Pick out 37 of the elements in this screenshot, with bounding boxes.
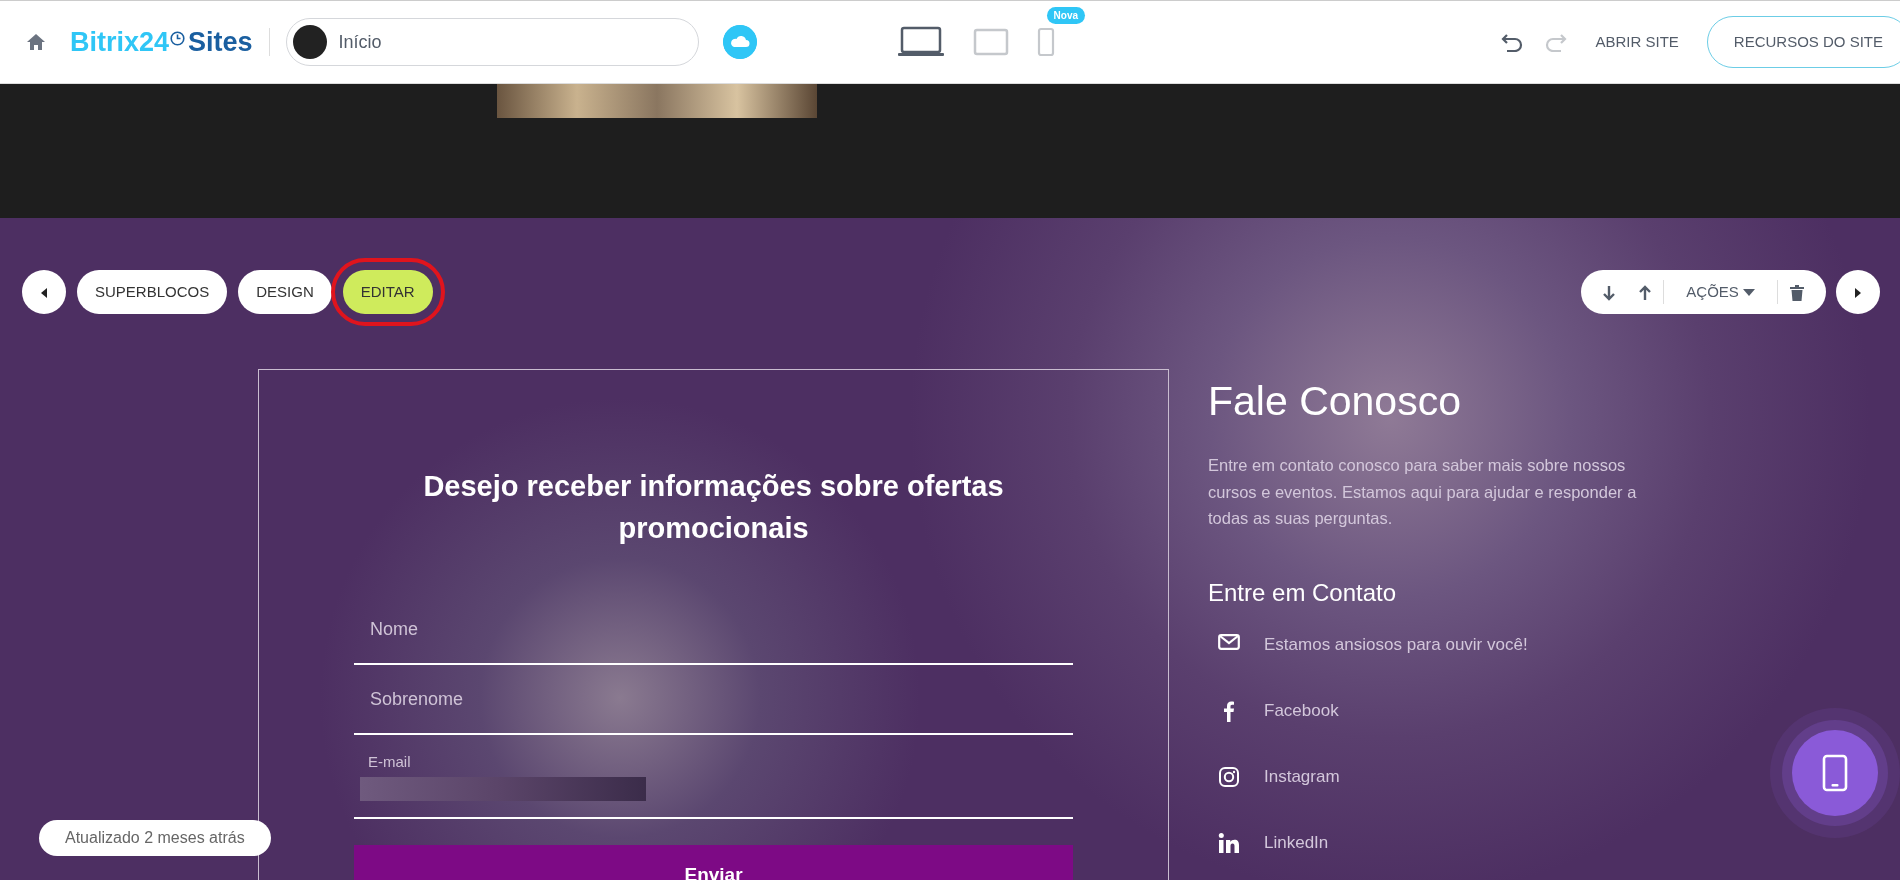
up-arrow-icon: [1639, 284, 1652, 301]
desktop-view-button[interactable]: [896, 26, 945, 58]
left-triangle-icon: [40, 287, 48, 298]
open-site-link[interactable]: ABRIR SITE: [1589, 29, 1685, 55]
last-updated-label: Atualizado 2 meses atrás: [39, 820, 271, 856]
mobile-preview-button[interactable]: [1792, 730, 1878, 816]
undo-icon[interactable]: [1501, 32, 1524, 52]
text-field[interactable]: Sobrenome: [368, 679, 1059, 720]
contact-link[interactable]: Facebook: [1264, 700, 1339, 723]
block-tab[interactable]: DESIGN: [238, 270, 332, 314]
submit-button[interactable]: Enviar: [354, 845, 1073, 880]
previous-block-button[interactable]: [22, 270, 66, 314]
contact-subtitle: Entre em Contato: [1208, 579, 1398, 609]
form-title: Desejo receber informações sobre ofertas promocionais: [422, 469, 1005, 547]
email-icon: [1218, 634, 1240, 651]
contact-intro: Entre em contato conosco para saber mais sobre nossos cursos e eventos. Estamos aqui para ajudar e responder a todas as suas perguntas.: [1208, 455, 1638, 529]
instagram-icon: [1218, 766, 1240, 789]
logo[interactable]: Bitrix24 Sites: [70, 28, 253, 56]
trash-icon: [1790, 284, 1804, 301]
actions-dropdown[interactable]: AÇÕES: [1664, 280, 1777, 304]
clock-icon: [170, 30, 186, 46]
field-label: E-mail: [368, 751, 411, 772]
caret-icon: [1743, 289, 1755, 297]
right-triangle-icon: [1854, 287, 1862, 298]
contact-link[interactable]: Instagram: [1264, 766, 1340, 789]
next-block-button[interactable]: [1836, 270, 1880, 314]
block-tab[interactable]: SUPERBLOCOS: [77, 270, 228, 314]
phone-icon: [1822, 754, 1848, 792]
new-badge: Nova: [1046, 7, 1086, 24]
text-field[interactable]: Nome: [368, 609, 1059, 650]
site-resources-button[interactable]: RECURSOS DO SITE: [1706, 16, 1900, 68]
contact-link[interactable]: Estamos ansiosos para ouvir você!: [1264, 634, 1528, 657]
contact-title: Fale Conosco: [1208, 377, 1462, 426]
contact-link[interactable]: LinkedIn: [1264, 832, 1329, 855]
home-icon[interactable]: [26, 33, 46, 51]
linkedin-icon: [1218, 832, 1240, 855]
down-arrow-icon: [1603, 284, 1616, 301]
